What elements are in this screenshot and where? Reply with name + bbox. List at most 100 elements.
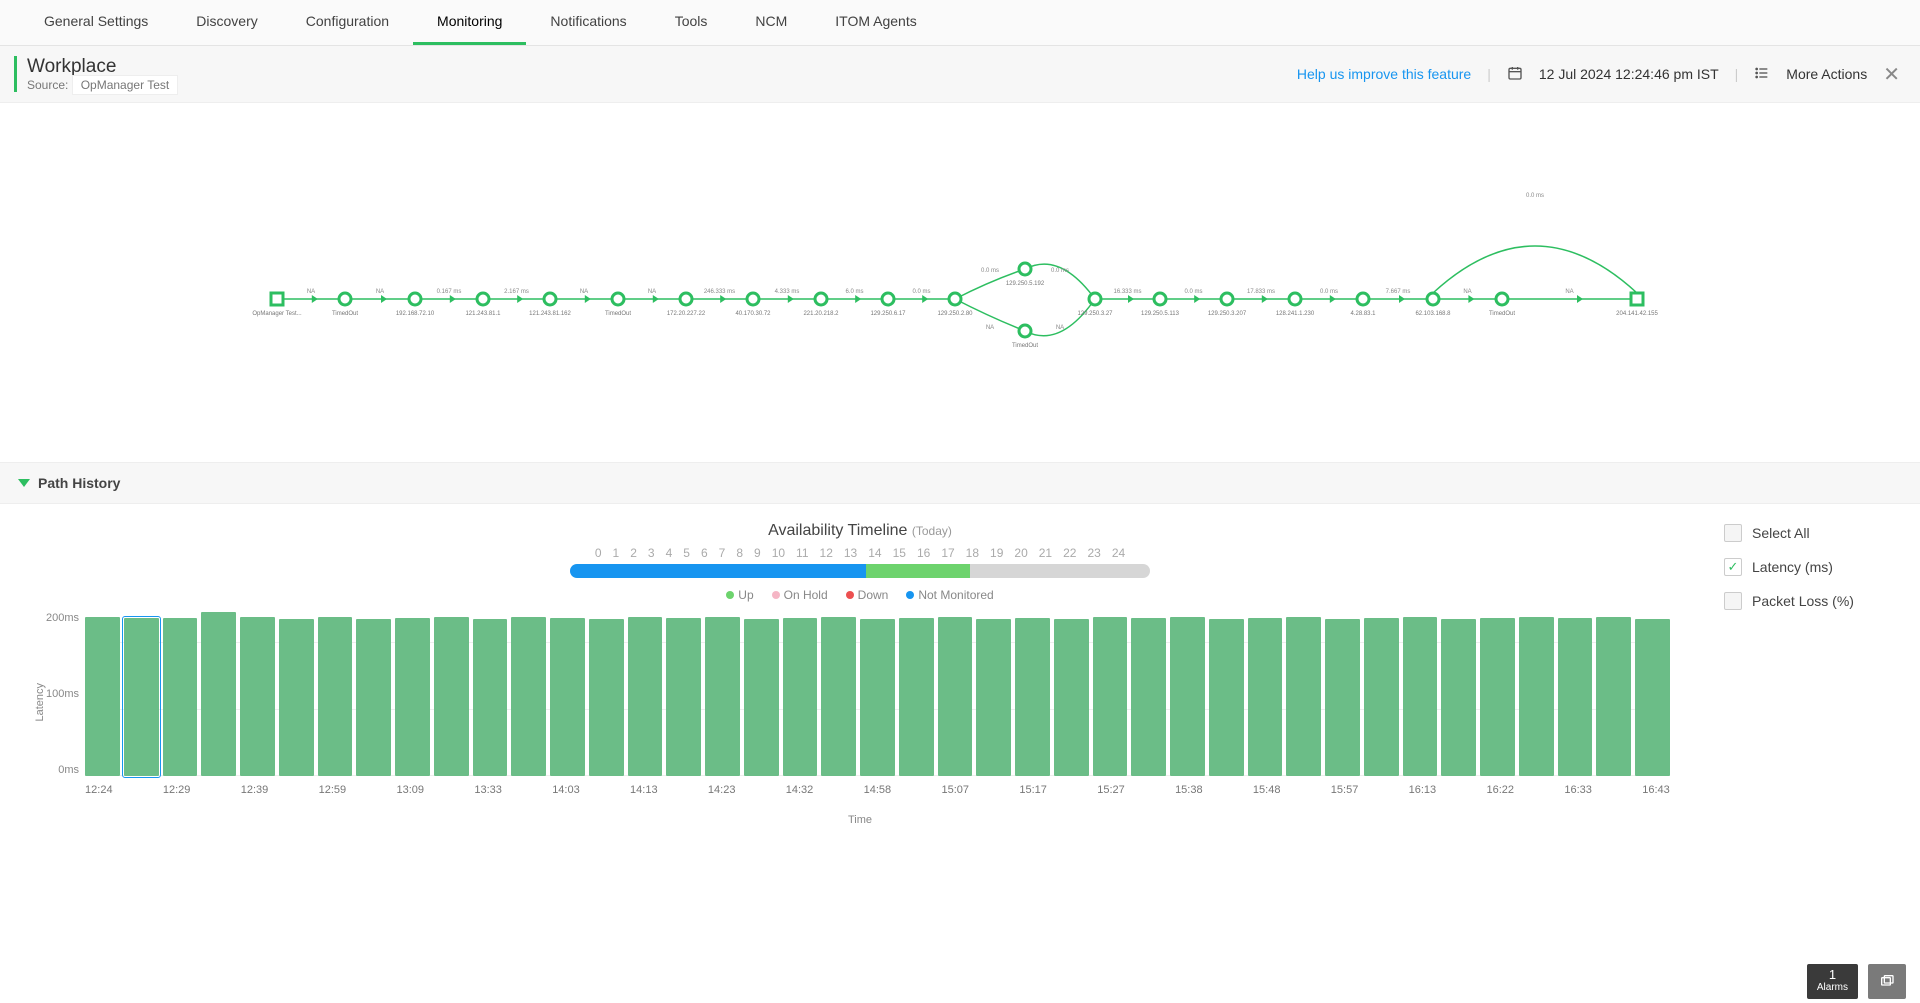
avail-segment-up[interactable] bbox=[866, 564, 970, 578]
path-history-header[interactable]: Path History bbox=[0, 463, 1920, 504]
y-axis-label: Latency bbox=[30, 683, 46, 722]
svg-text:0.0 ms: 0.0 ms bbox=[1051, 268, 1069, 274]
svg-text:129.250.5.113: 129.250.5.113 bbox=[1141, 311, 1180, 317]
checkbox-select-all[interactable]: Select All bbox=[1724, 524, 1896, 542]
svg-text:NA: NA bbox=[1056, 325, 1064, 331]
svg-text:4.28.83.1: 4.28.83.1 bbox=[1350, 311, 1376, 317]
legend-not-monitored: Not Monitored bbox=[906, 588, 993, 602]
tab-ncm[interactable]: NCM bbox=[731, 0, 811, 45]
svg-text:204.141.42.155: 204.141.42.155 bbox=[1616, 311, 1658, 317]
path-history-title: Path History bbox=[38, 475, 120, 491]
help-link[interactable]: Help us improve this feature bbox=[1297, 66, 1471, 82]
bar-2[interactable] bbox=[163, 618, 198, 776]
bar-26[interactable] bbox=[1093, 617, 1128, 776]
tab-general-settings[interactable]: General Settings bbox=[20, 0, 172, 45]
bar-3[interactable] bbox=[201, 612, 236, 776]
page-subtitle: Source: OpManager Test bbox=[27, 78, 178, 92]
bar-20[interactable] bbox=[860, 619, 895, 776]
bar-27[interactable] bbox=[1131, 618, 1166, 776]
svg-text:17.833 ms: 17.833 ms bbox=[1247, 289, 1275, 295]
x-axis-label: Time bbox=[20, 814, 1700, 826]
bar-13[interactable] bbox=[589, 619, 624, 776]
bar-35[interactable] bbox=[1441, 619, 1476, 776]
svg-text:0.0 ms: 0.0 ms bbox=[1320, 289, 1338, 295]
calendar-icon[interactable] bbox=[1507, 65, 1523, 84]
topology-diagram[interactable]: NANA0.167 ms2.167 msNANA246.333 ms4.333 … bbox=[0, 103, 1920, 463]
bar-19[interactable] bbox=[821, 617, 856, 776]
bar-14[interactable] bbox=[628, 617, 663, 776]
series-toggle-panel: Select All ✓Latency (ms) Packet Loss (%) bbox=[1720, 514, 1900, 826]
avail-segment-grey[interactable] bbox=[970, 564, 1150, 578]
bar-16[interactable] bbox=[705, 617, 740, 776]
bar-1[interactable] bbox=[124, 618, 159, 776]
tab-configuration[interactable]: Configuration bbox=[282, 0, 413, 45]
tab-discovery[interactable]: Discovery bbox=[172, 0, 281, 45]
svg-text:0.0 ms: 0.0 ms bbox=[1184, 289, 1202, 295]
bar-12[interactable] bbox=[550, 618, 585, 776]
svg-text:0.0 ms: 0.0 ms bbox=[981, 268, 999, 274]
svg-text:121.243.81.162: 121.243.81.162 bbox=[529, 311, 571, 317]
timeline-title: Availability Timeline (Today) bbox=[20, 522, 1700, 540]
bar-23[interactable] bbox=[976, 619, 1011, 776]
svg-text:2.167 ms: 2.167 ms bbox=[504, 289, 529, 295]
close-icon[interactable]: ✕ bbox=[1883, 62, 1900, 87]
bar-18[interactable] bbox=[783, 618, 818, 776]
more-actions-link[interactable]: More Actions bbox=[1786, 66, 1867, 82]
bar-9[interactable] bbox=[434, 617, 469, 776]
list-icon[interactable] bbox=[1754, 65, 1770, 84]
bar-21[interactable] bbox=[899, 618, 934, 776]
bar-40[interactable] bbox=[1635, 619, 1670, 776]
avail-segment-not-monitored[interactable] bbox=[570, 564, 866, 578]
legend-down: Down bbox=[846, 588, 889, 602]
svg-text:129.250.6.17: 129.250.6.17 bbox=[870, 311, 906, 317]
bar-25[interactable] bbox=[1054, 619, 1089, 776]
bar-24[interactable] bbox=[1015, 618, 1050, 776]
y-axis-ticks: 200ms100ms0ms bbox=[46, 612, 85, 792]
bar-15[interactable] bbox=[666, 618, 701, 776]
tab-tools[interactable]: Tools bbox=[651, 0, 732, 45]
bar-17[interactable] bbox=[744, 619, 779, 776]
latency-bar-chart[interactable]: Latency 200ms100ms0ms 12:2412:2912:3912:… bbox=[30, 612, 1700, 792]
bar-7[interactable] bbox=[356, 619, 391, 776]
bar-22[interactable] bbox=[938, 617, 973, 776]
tab-notifications[interactable]: Notifications bbox=[526, 0, 650, 45]
windows-icon[interactable] bbox=[1868, 964, 1906, 999]
bar-29[interactable] bbox=[1209, 619, 1244, 776]
svg-text:192.168.72.10: 192.168.72.10 bbox=[396, 311, 435, 317]
tab-itom-agents[interactable]: ITOM Agents bbox=[811, 0, 940, 45]
svg-text:TimedOut: TimedOut bbox=[332, 311, 358, 317]
svg-text:NA: NA bbox=[986, 325, 994, 331]
bar-10[interactable] bbox=[473, 619, 508, 776]
checkbox-packet-loss-[interactable]: Packet Loss (%) bbox=[1724, 592, 1896, 610]
bar-38[interactable] bbox=[1558, 618, 1593, 776]
checkbox-latency-ms-[interactable]: ✓Latency (ms) bbox=[1724, 558, 1896, 576]
svg-text:NA: NA bbox=[648, 289, 656, 295]
alarms-widget[interactable]: 1 Alarms bbox=[1807, 964, 1858, 999]
bar-30[interactable] bbox=[1248, 618, 1283, 776]
bar-4[interactable] bbox=[240, 617, 275, 776]
svg-text:0.167 ms: 0.167 ms bbox=[437, 289, 462, 295]
bar-31[interactable] bbox=[1286, 617, 1321, 776]
timeline-legend: UpOn HoldDownNot Monitored bbox=[20, 588, 1700, 602]
svg-text:NA: NA bbox=[1463, 289, 1471, 295]
bar-8[interactable] bbox=[395, 618, 430, 776]
bar-37[interactable] bbox=[1519, 617, 1554, 776]
tab-monitoring[interactable]: Monitoring bbox=[413, 0, 526, 45]
bar-36[interactable] bbox=[1480, 618, 1515, 776]
svg-text:TimedOut: TimedOut bbox=[1012, 343, 1038, 349]
bar-28[interactable] bbox=[1170, 617, 1205, 776]
bar-34[interactable] bbox=[1403, 617, 1438, 776]
svg-text:TimedOut: TimedOut bbox=[1489, 311, 1515, 317]
svg-text:OpManager Test...: OpManager Test... bbox=[252, 311, 302, 317]
bar-33[interactable] bbox=[1364, 618, 1399, 776]
bar-11[interactable] bbox=[511, 617, 546, 776]
bar-6[interactable] bbox=[318, 617, 353, 776]
bar-0[interactable] bbox=[85, 617, 120, 776]
svg-text:221.20.218.2: 221.20.218.2 bbox=[803, 311, 839, 317]
availability-bar[interactable] bbox=[570, 564, 1150, 578]
bar-5[interactable] bbox=[279, 619, 314, 776]
bar-39[interactable] bbox=[1596, 617, 1631, 776]
bar-32[interactable] bbox=[1325, 619, 1360, 776]
svg-text:NA: NA bbox=[1565, 289, 1573, 295]
svg-text:129.250.2.80: 129.250.2.80 bbox=[937, 311, 973, 317]
